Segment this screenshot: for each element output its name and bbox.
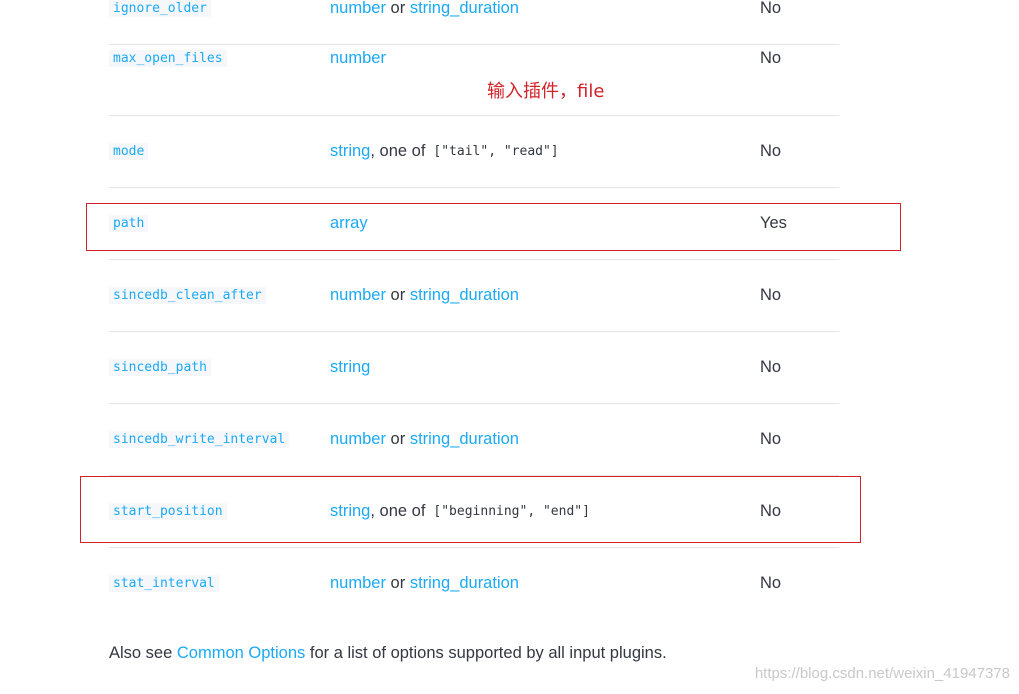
type-link[interactable]: number	[330, 430, 386, 449]
type-link[interactable]: number	[330, 286, 386, 305]
allowed-values: ["tail", "read"]	[433, 144, 559, 159]
annotation-note: 输入插件，file	[487, 81, 605, 102]
table-row: stat_interval number or string_duration …	[109, 548, 839, 619]
setting-name[interactable]: max_open_files	[109, 50, 227, 67]
footer-text: Also see Common Options for a list of op…	[109, 644, 667, 663]
type-link[interactable]: number	[330, 574, 386, 593]
required-value: No	[760, 574, 782, 592]
type-link[interactable]: string	[330, 142, 370, 161]
required-value: No	[760, 358, 782, 376]
table-row: sincedb_path string No	[109, 332, 839, 404]
table-row: sincedb_clean_after number or string_dur…	[109, 260, 839, 332]
type-separator: , one of	[370, 142, 426, 160]
type-link[interactable]: string_duration	[410, 0, 519, 18]
table-row: max_open_files number No	[109, 44, 839, 116]
type-separator: or	[390, 430, 406, 448]
required-value: No	[760, 286, 782, 304]
table-row: mode string, one of ["tail", "read"] No	[109, 116, 839, 188]
required-value: No	[760, 430, 782, 448]
setting-name[interactable]: ignore_older	[109, 0, 211, 17]
setting-name[interactable]: mode	[109, 143, 149, 160]
footer-prefix: Also see	[109, 644, 173, 662]
setting-name[interactable]: stat_interval	[109, 575, 219, 592]
type-link[interactable]: string	[330, 358, 370, 377]
required-value: No	[760, 142, 782, 160]
type-link[interactable]: string_duration	[410, 430, 519, 449]
type-link[interactable]: number	[330, 0, 386, 18]
type-separator: or	[390, 0, 406, 17]
required-value: No	[760, 49, 782, 67]
setting-name[interactable]: sincedb_write_interval	[109, 431, 290, 448]
type-link[interactable]: string_duration	[410, 574, 519, 593]
type-link[interactable]: string_duration	[410, 286, 519, 305]
footer-suffix: for a list of options supported by all i…	[309, 644, 667, 662]
setting-name[interactable]: sincedb_path	[109, 359, 211, 376]
table-row: sincedb_write_interval number or string_…	[109, 404, 839, 476]
type-separator: or	[390, 286, 406, 304]
type-link[interactable]: number	[330, 49, 386, 68]
watermark: https://blog.csdn.net/weixin_41947378	[754, 665, 1010, 682]
common-options-link[interactable]: Common Options	[177, 644, 305, 662]
setting-name[interactable]: sincedb_clean_after	[109, 287, 266, 304]
type-separator: or	[390, 574, 406, 592]
highlight-box-start-position	[80, 476, 861, 543]
highlight-box-path	[86, 203, 901, 251]
